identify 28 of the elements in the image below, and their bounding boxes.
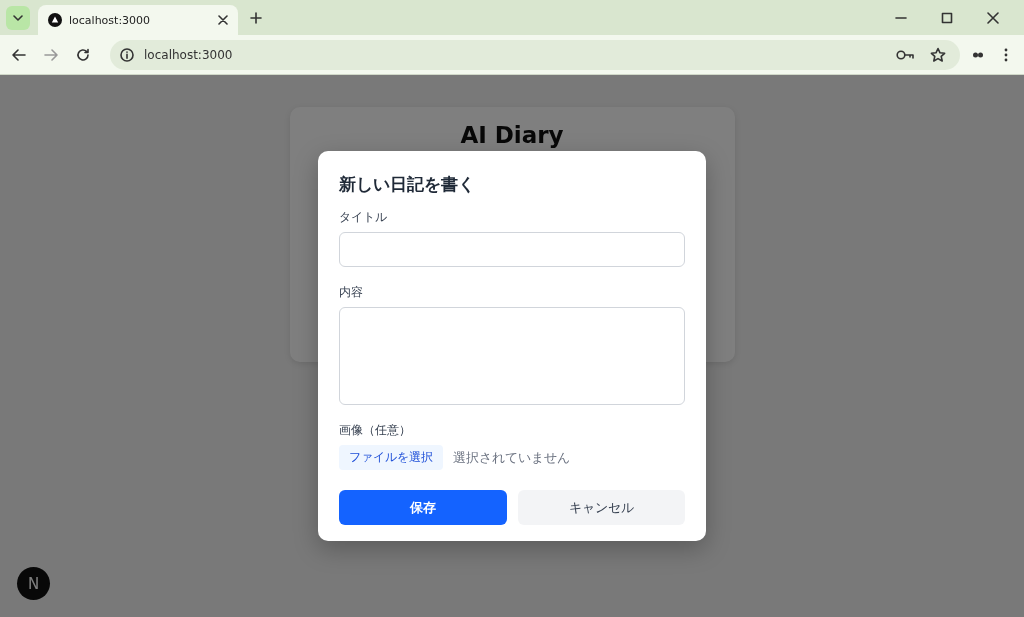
back-arrow-icon[interactable]: [12, 48, 26, 61]
key-icon[interactable]: [896, 49, 914, 60]
save-button[interactable]: 保存: [339, 490, 507, 525]
more-menu-icon[interactable]: [1004, 47, 1008, 62]
triangle-logo-icon[interactable]: [48, 13, 62, 27]
field-label: 内容: [339, 284, 364, 301]
reload-icon[interactable]: [76, 47, 90, 62]
cancel-button[interactable]: キャンセル: [517, 490, 685, 525]
close-icon[interactable]: [987, 11, 999, 24]
chevron-down-icon[interactable]: [13, 14, 23, 21]
tab-title: localhost:3000: [69, 13, 152, 27]
address-bar[interactable]: localhost:3000: [110, 39, 960, 70]
field-label: タイトル: [339, 209, 388, 226]
info-icon[interactable]: [120, 47, 134, 62]
plus-icon[interactable]: [250, 11, 262, 24]
dev-tools-button[interactable]: N: [17, 567, 50, 600]
page-heading: AI Diary: [460, 122, 564, 149]
browser-tab[interactable]: localhost:3000: [38, 5, 238, 35]
title-input-field[interactable]: [339, 232, 685, 267]
url-text: localhost:3000: [144, 47, 233, 62]
dialog-title: 新しい日記を書く: [339, 173, 476, 196]
field-label: 画像（任意）: [339, 422, 412, 439]
choose-file-button[interactable]: ファイルを選択: [339, 445, 443, 470]
forward-arrow-icon[interactable]: [44, 48, 58, 61]
maximize-icon[interactable]: [941, 11, 953, 24]
file-status-text: 選択されていません: [453, 448, 570, 467]
star-icon[interactable]: [930, 46, 946, 63]
close-icon[interactable]: [218, 15, 228, 25]
